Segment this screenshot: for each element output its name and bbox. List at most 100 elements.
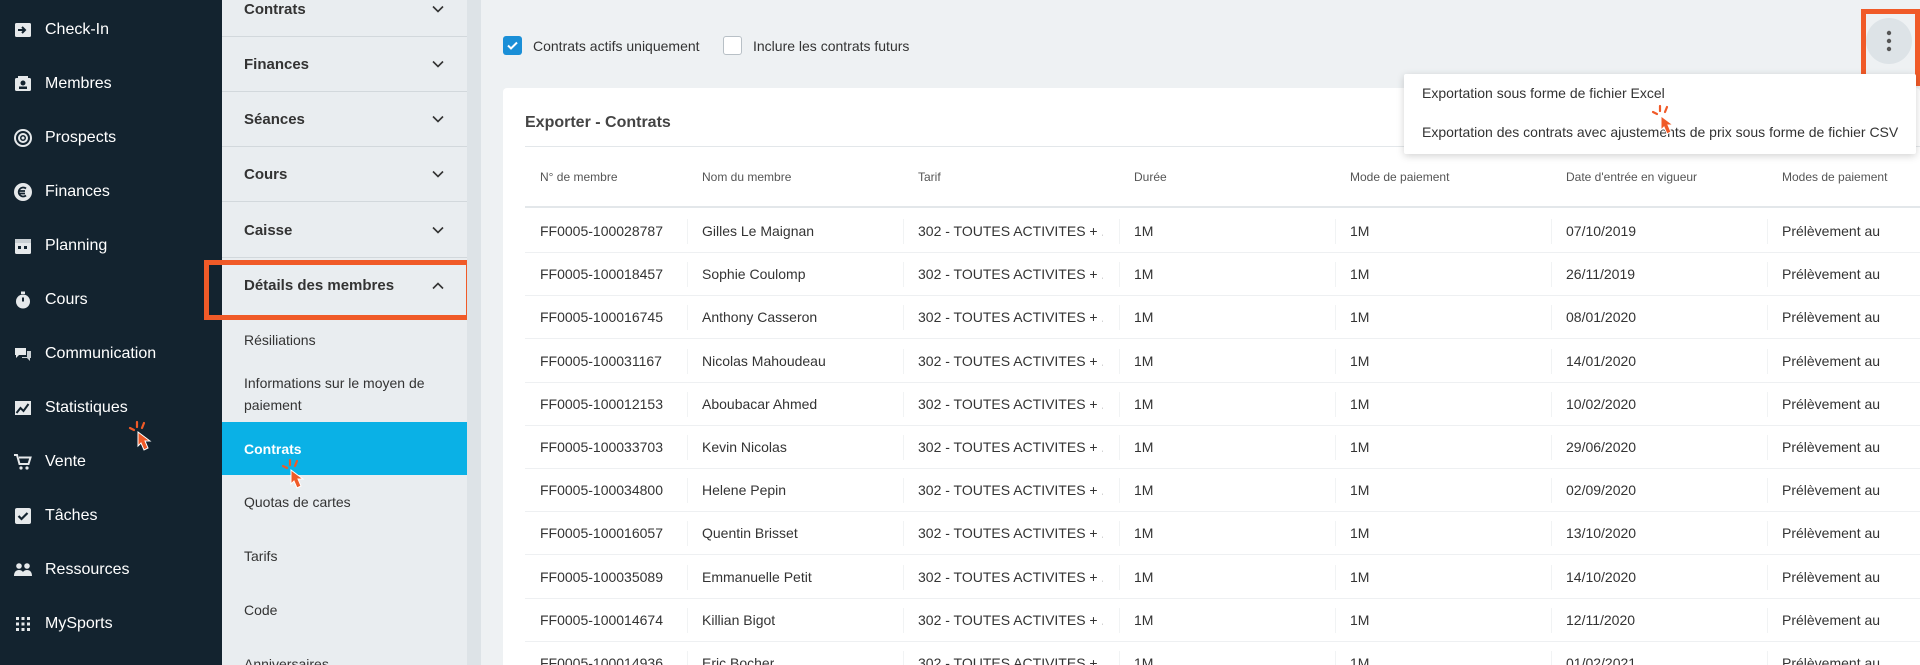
- table-row[interactable]: FF0005-100035089 Emmanuelle Petit 302 - TO…: [525, 556, 1920, 599]
- table-row[interactable]: FF0005-100014674 Killian Bigot 302 - TOUTE…: [525, 599, 1920, 642]
- table-cell: 1M: [1350, 611, 1370, 628]
- nav-item-membres[interactable]: Membres: [0, 64, 222, 104]
- cell-separator: [1551, 564, 1552, 590]
- submenu-section-label: Finances: [244, 55, 310, 73]
- statistics-submenu: Contrats Finances Séances Cours Caisse D…: [222, 0, 467, 665]
- column-header[interactable]: Date d'entrée en vigueur: [1566, 170, 1697, 184]
- table-cell: 302 - TOUTES ACTIVITES + ...: [918, 568, 1103, 585]
- click-cursor-icon: [1651, 104, 1675, 135]
- submenu-link-code[interactable]: Code: [222, 599, 467, 621]
- cell-separator: [687, 607, 688, 633]
- table-cell: 1M: [1134, 352, 1154, 369]
- table-cell: 1M: [1134, 655, 1154, 665]
- table-cell: 1M: [1350, 266, 1370, 283]
- table-row[interactable]: FF0005-100012153 Aboubacar Ahmed 302 - TOU…: [525, 383, 1920, 426]
- table-cell: 1M: [1134, 223, 1154, 239]
- table-cell: 1M: [1350, 568, 1370, 585]
- cell-separator: [903, 435, 904, 460]
- table-cell: FF0005-100018457: [540, 266, 663, 283]
- checkbox-unchecked[interactable]: [723, 36, 742, 55]
- cell-separator: [1119, 478, 1120, 504]
- submenu-link-anniversaires[interactable]: Anniversaires: [222, 653, 467, 665]
- checkbox-checked[interactable]: [503, 36, 522, 55]
- nav-item-planning[interactable]: Planning: [0, 226, 222, 266]
- submenu-section-contrats[interactable]: Contrats: [222, 0, 467, 37]
- submenu-section-seances[interactable]: Séances: [222, 92, 467, 147]
- column-header[interactable]: Mode de paiement: [1350, 170, 1449, 184]
- nav-item-cours[interactable]: Cours: [0, 280, 222, 320]
- column-header[interactable]: Tarif: [918, 170, 941, 184]
- table-cell: 1M: [1134, 482, 1154, 499]
- nav-item-prospects[interactable]: Prospects: [0, 118, 222, 158]
- nav-item-taches[interactable]: Tâches: [0, 496, 222, 536]
- nav-label: Vente: [45, 453, 86, 470]
- table-cell: Killian Bigot: [702, 611, 776, 628]
- cell-separator: [903, 478, 904, 504]
- column-header[interactable]: N° de membre: [540, 170, 618, 184]
- cell-separator: [1767, 305, 1768, 331]
- table-row[interactable]: FF0005-100033703 Kevin Nicolas 302 - TOUTE…: [525, 426, 1920, 469]
- submenu-link-tarifs[interactable]: Tarifs: [222, 545, 467, 567]
- cell-separator: [1335, 305, 1336, 331]
- nav-item-ressources[interactable]: Ressources: [0, 550, 222, 590]
- submenu-section-label: Séances: [244, 110, 305, 128]
- table-cell: 1M: [1350, 395, 1370, 412]
- table-cell: Prélèvement au: [1782, 309, 1881, 326]
- nav-item-mysports[interactable]: MySports: [0, 604, 222, 644]
- submenu-link-quotas[interactable]: Quotas de cartes: [222, 491, 467, 513]
- column-header[interactable]: Durée: [1134, 170, 1167, 184]
- table-cell: Prélèvement au: [1782, 395, 1881, 412]
- cell-separator: [1335, 262, 1336, 288]
- divider: [525, 206, 1920, 208]
- cell-separator: [1551, 435, 1552, 460]
- contracts-export-card: Exporter - Contrats N° de membre Nom du …: [503, 88, 1920, 665]
- cell-separator: [1767, 435, 1768, 460]
- nav-label: Communication: [45, 345, 157, 362]
- nav-item-communication[interactable]: Communication: [0, 334, 222, 374]
- filter-include-future[interactable]: Inclure les contrats futurs: [723, 36, 909, 55]
- submenu-link-contrats[interactable]: Contrats: [222, 422, 467, 475]
- table-cell: 08/01/2020: [1566, 309, 1637, 326]
- cell-separator: [903, 564, 904, 590]
- table-cell: 07/10/2019: [1566, 223, 1637, 239]
- cell-separator: [687, 478, 688, 504]
- cell-separator: [1767, 391, 1768, 417]
- table-cell: 1M: [1350, 309, 1370, 326]
- cell-separator: [1767, 478, 1768, 504]
- cell-separator: [1119, 305, 1120, 331]
- nav-item-check-in[interactable]: Check-In: [0, 10, 222, 50]
- nav-label: Check-In: [45, 21, 110, 38]
- cell-separator: [1335, 607, 1336, 633]
- table-row[interactable]: FF0005-100016745 Anthony Casseron 302 - TO…: [525, 296, 1920, 340]
- nav-item-finances[interactable]: Finances: [0, 172, 222, 212]
- table-row[interactable]: FF0005-100028787 Gilles Le Maignan 302 - T…: [525, 210, 1920, 253]
- table-row[interactable]: FF0005-100014936 Eric Bocher 302 - TOUTES …: [525, 642, 1920, 665]
- cell-separator: [903, 219, 904, 244]
- table-row[interactable]: FF0005-100031167 Nicolas Mahoudeau 302 - T…: [525, 340, 1920, 383]
- cell-separator: [1335, 478, 1336, 504]
- table-cell: FF0005-100031167: [540, 352, 662, 369]
- table-cell: Anthony Casseron: [702, 309, 818, 326]
- menu-item-export-excel[interactable]: Exportation sous forme de fichier Excel: [1422, 85, 1665, 101]
- table-cell: 302 - TOUTES ACTIVITES + ...: [918, 352, 1103, 369]
- highlight-frame: [204, 260, 471, 320]
- nav-item-statistiques[interactable]: Statistiques: [0, 388, 222, 428]
- chevron-down-icon: [432, 170, 444, 178]
- submenu-link-resiliations[interactable]: Résiliations: [222, 329, 467, 351]
- submenu-section-finances[interactable]: Finances: [222, 37, 467, 92]
- table-row[interactable]: FF0005-100034800 Helene Pepin 302 - TOUTES…: [525, 469, 1920, 513]
- submenu-section-cours[interactable]: Cours: [222, 147, 467, 202]
- column-header[interactable]: Nom du membre: [702, 170, 791, 184]
- table-cell: 302 - TOUTES ACTIVITES + ...: [918, 525, 1103, 542]
- table-row[interactable]: FF0005-100016057 Quentin Brisset 302 - TOU…: [525, 512, 1920, 556]
- table-row[interactable]: FF0005-100018457 Sophie Coulomp 302 - TOUT…: [525, 253, 1920, 297]
- submenu-section-caisse[interactable]: Caisse: [222, 203, 467, 258]
- table-cell: Helene Pepin: [702, 482, 787, 499]
- table-cell: 302 - TOUTES ACTIVITES + ...: [918, 655, 1103, 665]
- filter-active-only[interactable]: Contrats actifs uniquement: [503, 36, 700, 55]
- nav-item-vente[interactable]: Vente: [0, 442, 222, 482]
- column-header[interactable]: Modes de paiement: [1782, 170, 1887, 184]
- table-cell: FF0005-100034800: [540, 482, 663, 499]
- submenu-link-payment-info[interactable]: Informations sur le moyen de paiement: [222, 372, 467, 416]
- table-cell: Emmanuelle Petit: [702, 568, 812, 585]
